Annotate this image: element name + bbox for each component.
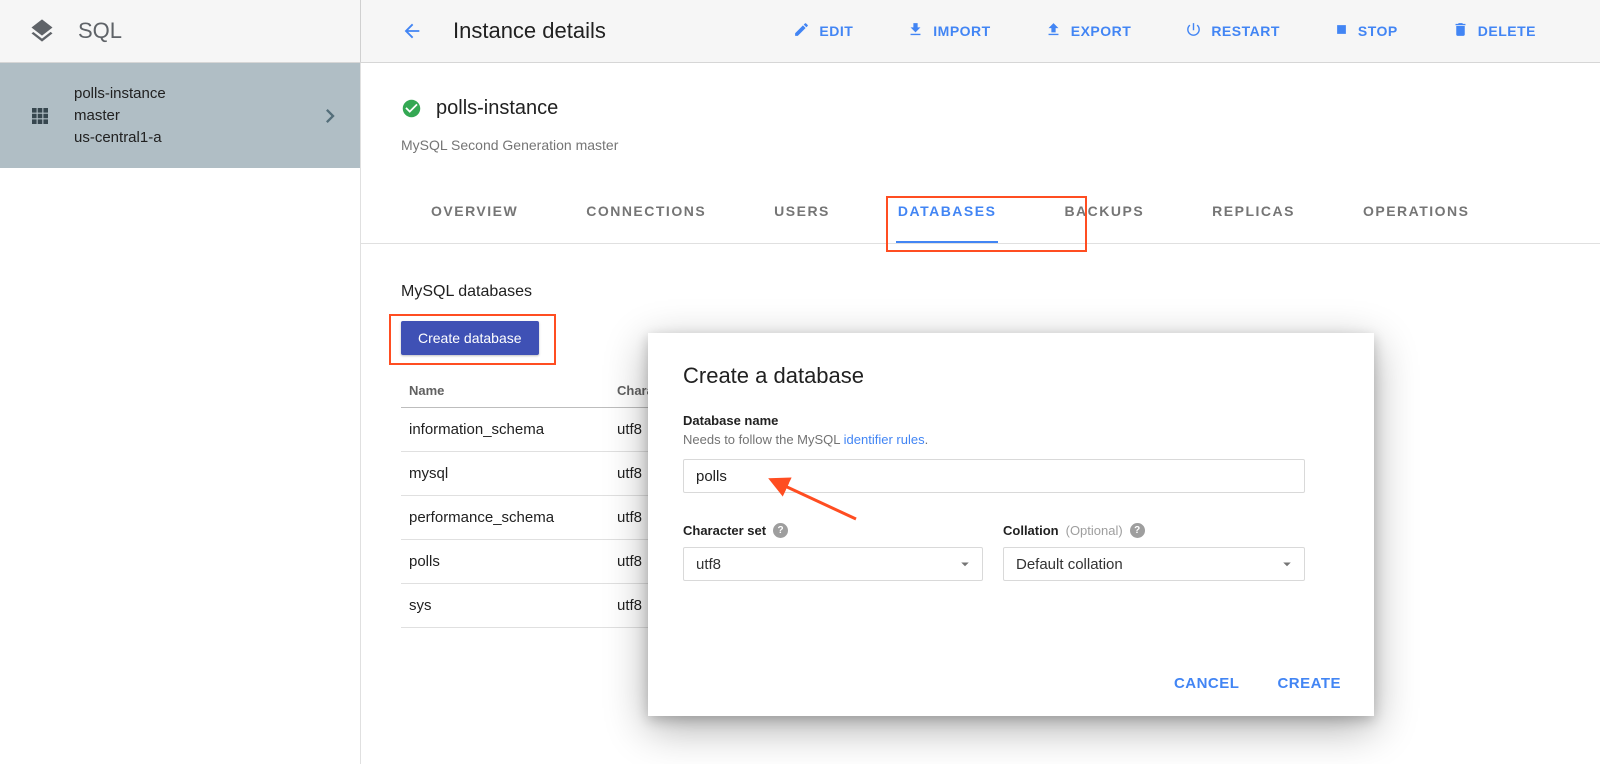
column-header-name: Name: [401, 377, 609, 408]
help-icon[interactable]: ?: [1130, 523, 1145, 538]
chevron-right-icon[interactable]: [316, 102, 344, 130]
edit-button[interactable]: EDIT: [793, 21, 853, 41]
trash-icon: [1452, 21, 1469, 41]
stop-label: STOP: [1358, 23, 1398, 39]
instance-role: master: [74, 105, 316, 127]
database-name-label: Database name: [683, 413, 778, 428]
db-name-cell: information_schema: [401, 408, 609, 452]
instance-header-bar: Instance details EDIT IMPORT EXPORT REST…: [361, 0, 1600, 62]
page-title: Instance details: [453, 18, 606, 44]
header-actions: EDIT IMPORT EXPORT RESTART STOP DELETE: [793, 21, 1536, 41]
export-label: EXPORT: [1071, 23, 1132, 39]
product-home[interactable]: SQL: [0, 0, 361, 62]
instance-subtitle: MySQL Second Generation master: [401, 137, 618, 153]
import-tray-icon: [907, 21, 924, 41]
delete-label: DELETE: [1478, 23, 1536, 39]
character-set-label: Character set: [683, 523, 766, 538]
stop-square-icon: [1334, 22, 1349, 40]
sidebar: polls-instance master us-central1-a: [0, 63, 361, 764]
tab-operations[interactable]: OPERATIONS: [1361, 181, 1472, 243]
database-name-input[interactable]: [683, 459, 1305, 493]
character-set-label-row: Character set ?: [683, 523, 788, 538]
instance-summary: polls-instance master us-central1-a: [74, 83, 316, 149]
import-label: IMPORT: [933, 23, 990, 39]
import-button[interactable]: IMPORT: [907, 21, 990, 41]
collation-label-row: Collation (Optional) ?: [1003, 523, 1145, 538]
help-text-prefix: Needs to follow the MySQL: [683, 432, 844, 447]
check-circle-icon: [401, 98, 422, 119]
cancel-button[interactable]: CANCEL: [1174, 675, 1240, 692]
create-database-button[interactable]: Create database: [401, 321, 539, 355]
power-icon: [1185, 21, 1202, 41]
db-name-cell: performance_schema: [401, 496, 609, 540]
tab-replicas[interactable]: REPLICAS: [1210, 181, 1297, 243]
instance-name: polls-instance: [74, 83, 316, 105]
back-arrow-icon[interactable]: [401, 20, 423, 42]
collation-value: Default collation: [1016, 556, 1123, 573]
instance-title-row: polls-instance: [401, 97, 558, 120]
instance-title: polls-instance: [436, 97, 558, 120]
export-button[interactable]: EXPORT: [1045, 21, 1132, 41]
section-title: MySQL databases: [401, 283, 532, 301]
tab-users[interactable]: USERS: [772, 181, 832, 243]
product-title: SQL: [78, 18, 122, 44]
create-button[interactable]: CREATE: [1277, 675, 1341, 692]
tab-overview[interactable]: OVERVIEW: [429, 181, 520, 243]
db-name-cell: mysql: [401, 452, 609, 496]
export-tray-icon: [1045, 21, 1062, 41]
delete-button[interactable]: DELETE: [1452, 21, 1536, 41]
stop-button[interactable]: STOP: [1334, 21, 1398, 41]
collation-select[interactable]: Default collation: [1003, 547, 1305, 581]
tab-backups[interactable]: BACKUPS: [1062, 181, 1146, 243]
caret-down-icon: [1278, 555, 1296, 573]
collation-optional-hint: (Optional): [1066, 523, 1123, 538]
dialog-title: Create a database: [683, 363, 864, 389]
tab-databases[interactable]: DATABASES: [896, 181, 999, 243]
tab-connections[interactable]: CONNECTIONS: [584, 181, 708, 243]
edit-label: EDIT: [819, 23, 853, 39]
pencil-icon: [793, 21, 810, 41]
top-bar: SQL Instance details EDIT IMPORT EXPORT …: [0, 0, 1600, 63]
identifier-rules-link[interactable]: identifier rules: [844, 432, 925, 447]
create-database-dialog: Create a database Database name Needs to…: [648, 333, 1374, 716]
db-name-cell: polls: [401, 540, 609, 584]
character-set-value: utf8: [696, 556, 721, 573]
instance-grid-icon: [28, 104, 52, 128]
tab-bar: OVERVIEW CONNECTIONS USERS DATABASES BAC…: [361, 181, 1600, 244]
database-name-help: Needs to follow the MySQL identifier rul…: [683, 432, 928, 447]
help-icon[interactable]: ?: [773, 523, 788, 538]
instance-zone: us-central1-a: [74, 127, 316, 149]
caret-down-icon: [956, 555, 974, 573]
collation-label: Collation: [1003, 523, 1059, 538]
sidebar-item-instance[interactable]: polls-instance master us-central1-a: [0, 63, 360, 168]
sql-logo-icon: [28, 17, 56, 45]
help-text-suffix: .: [925, 432, 929, 447]
restart-button[interactable]: RESTART: [1185, 21, 1280, 41]
dialog-actions: CANCEL CREATE: [1174, 675, 1341, 692]
character-set-select[interactable]: utf8: [683, 547, 983, 581]
restart-label: RESTART: [1211, 23, 1280, 39]
db-name-cell: sys: [401, 584, 609, 628]
